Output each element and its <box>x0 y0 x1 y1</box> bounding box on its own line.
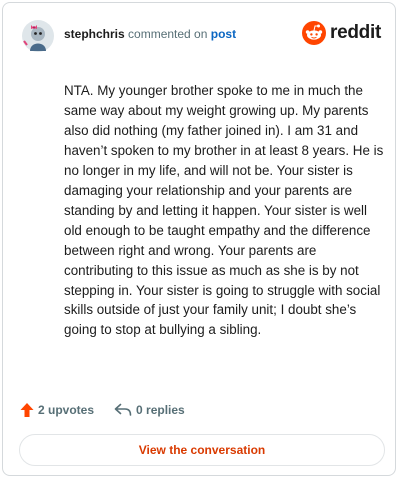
view-conversation-button[interactable]: View the conversation <box>19 434 385 466</box>
replies-stat[interactable]: 0 replies <box>114 403 185 417</box>
action-text: commented on <box>128 27 208 41</box>
comment-embed-card: stephchris commented on post reddit NTA.… <box>2 2 396 476</box>
replies-count: 0 replies <box>136 403 185 417</box>
comment-stats: 2 upvotes 0 replies <box>20 401 185 419</box>
upvotes-count: 2 upvotes <box>38 403 95 417</box>
reddit-logo[interactable]: reddit <box>302 21 381 45</box>
comment-header: stephchris commented on post reddit <box>20 17 381 57</box>
username-link[interactable]: stephchris <box>64 27 125 41</box>
comment-byline: stephchris commented on post <box>64 27 236 41</box>
comment-body: NTA. My younger brother spoke to me in m… <box>64 83 384 338</box>
reddit-snoo-icon <box>302 21 327 45</box>
upvotes-stat[interactable]: 2 upvotes <box>20 402 94 418</box>
reddit-wordmark: reddit <box>330 22 381 43</box>
reply-arrow-icon <box>114 403 132 416</box>
upvote-arrow-icon <box>20 403 34 417</box>
post-link[interactable]: post <box>211 27 236 41</box>
user-avatar-icon[interactable] <box>20 17 56 53</box>
